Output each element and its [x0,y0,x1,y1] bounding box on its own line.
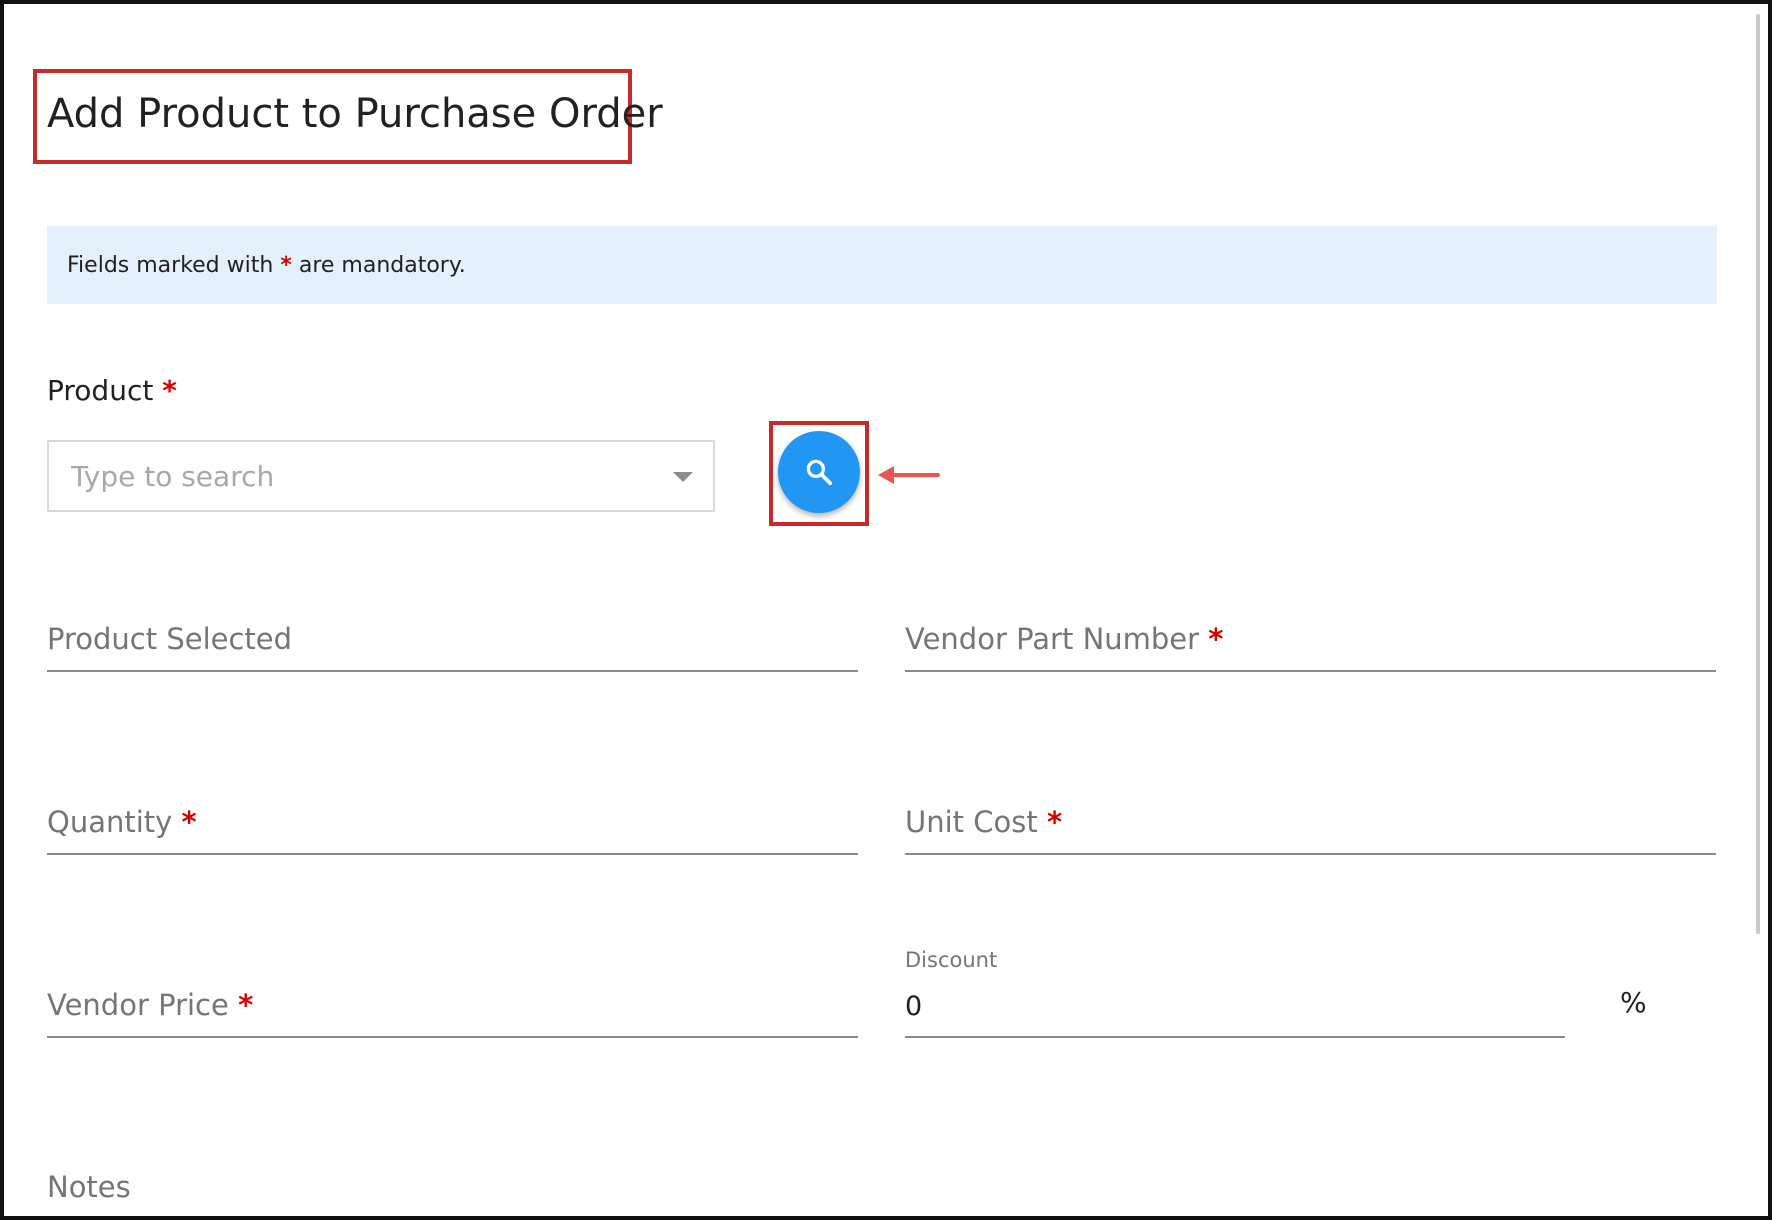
product-label: Product * [47,374,177,407]
product-search-input[interactable] [69,458,633,494]
mandatory-info-banner: Fields marked with * are mandatory. [47,226,1717,304]
product-selected-field[interactable]: Product Selected [47,598,858,672]
vendor-part-number-label-text: Vendor Part Number [905,622,1200,656]
unit-cost-label: Unit Cost * [905,805,1062,839]
pointer-arrow-icon [878,466,940,484]
vendor-price-required-mark: * [238,988,254,1022]
page-title: Add Product to Purchase Order [47,91,663,137]
quantity-label-text: Quantity [47,805,173,839]
discount-value[interactable]: 0 [905,991,922,1022]
unit-cost-required-mark: * [1046,805,1063,839]
chevron-down-icon[interactable] [673,472,693,482]
product-selected-label-text: Product Selected [47,622,293,656]
percent-suffix: % [1620,986,1647,1019]
unit-cost-field[interactable]: Unit Cost * [905,781,1716,855]
vertical-scrollbar[interactable] [1756,14,1760,934]
quantity-required-mark: * [181,805,197,839]
banner-text-start: Fields marked with [67,252,274,278]
product-selected-label: Product Selected [47,622,292,656]
search-icon [806,459,833,486]
product-label-text: Product [47,374,154,407]
unit-cost-label-text: Unit Cost [905,805,1038,839]
product-required-mark: * [162,374,177,407]
product-search-button[interactable] [778,431,860,513]
vendor-part-number-label: Vendor Part Number * [905,622,1223,656]
notes-label: Notes [47,1170,131,1204]
banner-text-end: are mandatory. [298,252,466,278]
discount-field[interactable]: 0 [905,964,1565,1038]
banner-asterisk: * [280,252,292,278]
vendor-price-field[interactable]: Vendor Price * [47,964,858,1038]
vendor-part-number-field[interactable]: Vendor Part Number * [905,598,1716,672]
quantity-label: Quantity * [47,805,197,839]
vendor-part-number-required-mark: * [1208,622,1224,656]
product-select[interactable] [47,440,715,512]
vendor-price-label-text: Vendor Price [47,988,229,1022]
vendor-price-label: Vendor Price * [47,988,253,1022]
quantity-field[interactable]: Quantity * [47,781,858,855]
app-frame: Add Product to Purchase Order Fields mar… [0,0,1772,1220]
notes-label-text: Notes [47,1170,131,1204]
